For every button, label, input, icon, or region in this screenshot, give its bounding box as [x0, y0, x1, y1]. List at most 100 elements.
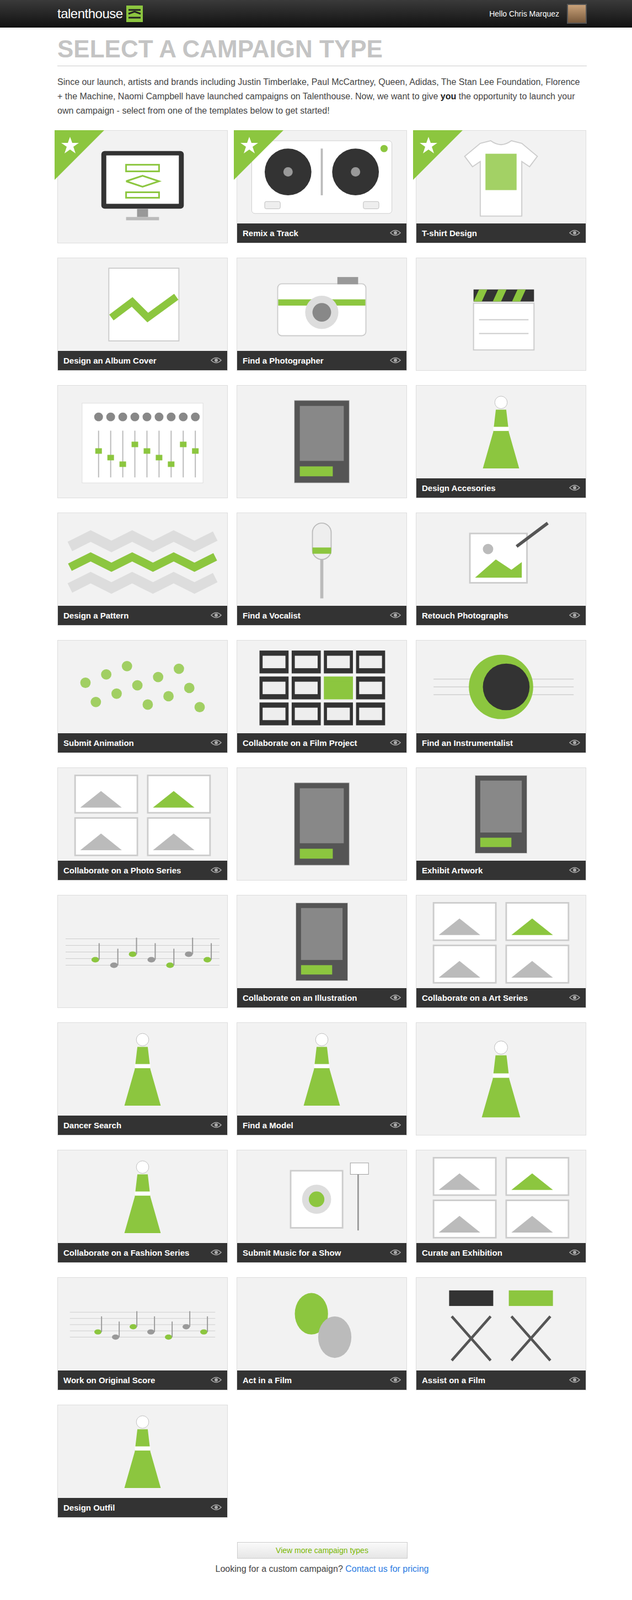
tile-caption: Collaborate on a Photo Series — [63, 865, 181, 875]
user-menu[interactable]: Hello Chris Marquez — [489, 3, 587, 24]
tile-art — [57, 1022, 228, 1116]
campaign-tile[interactable] — [415, 257, 587, 371]
campaign-tile[interactable]: Collaborate on a Art Series — [415, 894, 587, 1008]
eye-icon[interactable] — [569, 1248, 581, 1256]
custom-campaign-text: Looking for a custom campaign? Contact u… — [215, 1563, 430, 1574]
campaign-tile[interactable] — [415, 1021, 587, 1135]
tile-illustration — [60, 897, 226, 1005]
eye-icon[interactable] — [569, 611, 581, 619]
campaign-tile[interactable] — [57, 894, 228, 1008]
tile-caption: Curate an Exhibition — [421, 1247, 503, 1257]
eye-icon[interactable] — [210, 611, 222, 619]
campaign-tile[interactable]: Collaborate on a Photo Series — [57, 767, 228, 881]
logo-icon — [126, 5, 143, 23]
campaign-tile[interactable] — [57, 384, 228, 498]
eye-icon[interactable] — [210, 866, 222, 873]
tile-illustration — [239, 387, 405, 496]
tile-art — [57, 1404, 228, 1498]
tile-caption: Collaborate on a Fashion Series — [63, 1247, 190, 1257]
campaign-tile[interactable]: Collaborate on a Fashion Series — [57, 1149, 228, 1263]
campaign-tile[interactable]: Act in a Film — [236, 1276, 407, 1390]
eye-icon[interactable] — [389, 1248, 401, 1256]
tile-caption: Design a Pattern — [63, 610, 129, 620]
campaign-tile[interactable]: Design a Pattern — [57, 512, 228, 626]
eye-icon[interactable] — [569, 738, 581, 746]
campaign-tile[interactable]: Assist on a Film — [415, 1276, 587, 1390]
eye-icon[interactable] — [389, 1375, 401, 1383]
tile-illustration — [418, 1152, 584, 1241]
campaign-tile[interactable]: T-shirt Design — [415, 130, 587, 244]
campaign-tile[interactable]: Collaborate on a Film Project — [236, 639, 407, 753]
campaign-tile[interactable]: Design Accesories — [415, 384, 587, 498]
tile-illustration — [239, 642, 405, 731]
tile-caption: Find a Model — [242, 1120, 294, 1130]
campaign-tile[interactable]: Find a Vocalist — [236, 512, 407, 626]
campaign-tile[interactable]: Submit Animation — [57, 639, 228, 753]
campaign-tile[interactable] — [236, 767, 407, 881]
campaign-tile[interactable]: Remix a Track — [236, 130, 407, 244]
tile-art — [57, 1277, 228, 1370]
tile-art — [57, 640, 228, 733]
campaign-tile[interactable]: Design an Album Cover — [57, 257, 228, 371]
eye-icon[interactable] — [389, 611, 401, 619]
campaign-tile[interactable]: Curate an Exhibition — [415, 1149, 587, 1263]
campaign-tile[interactable]: Work on Original Score — [57, 1276, 228, 1390]
tile-art — [416, 258, 586, 371]
tile-caption-bar: Collaborate on a Fashion Series — [57, 1242, 228, 1262]
eye-icon[interactable] — [569, 993, 581, 1001]
contact-link[interactable]: Contact us for pricing — [345, 1563, 429, 1573]
eye-icon[interactable] — [210, 1121, 222, 1128]
tile-art — [237, 1022, 407, 1116]
tile-art — [416, 385, 586, 479]
eye-icon[interactable] — [210, 356, 222, 364]
campaign-tile[interactable] — [236, 384, 407, 498]
campaign-tile[interactable]: Dancer Search — [57, 1021, 228, 1135]
tile-caption-bar: Collaborate on a Art Series — [416, 987, 586, 1008]
campaign-tile[interactable]: Design Outfil — [57, 1404, 228, 1518]
eye-icon[interactable] — [210, 1375, 222, 1383]
eye-icon[interactable] — [569, 484, 581, 491]
campaign-tile[interactable]: Exhibit Artwork — [415, 767, 587, 881]
logo[interactable]: talenthouse — [57, 5, 143, 23]
tile-caption-bar: Collaborate on an Illustration — [237, 987, 407, 1008]
campaign-grid: Remix a Track T-shirt Design Design an Alb… — [57, 130, 587, 1518]
campaign-tile[interactable]: Retouch Photographs — [415, 512, 587, 626]
eye-icon[interactable] — [389, 738, 401, 746]
tile-illustration — [418, 260, 584, 368]
tile-art — [416, 1022, 586, 1135]
eye-icon[interactable] — [210, 1248, 222, 1256]
campaign-tile[interactable]: Find a Photographer — [236, 257, 407, 371]
eye-icon[interactable] — [389, 229, 401, 237]
eye-icon[interactable] — [389, 356, 401, 364]
tile-caption: Act in a Film — [242, 1374, 292, 1385]
eye-icon[interactable] — [569, 1375, 581, 1383]
tile-illustration — [239, 897, 405, 986]
eye-icon[interactable] — [569, 229, 581, 237]
tile-caption: T-shirt Design — [421, 228, 478, 238]
tile-art — [416, 1277, 586, 1370]
eye-icon[interactable] — [389, 993, 401, 1001]
tile-illustration — [239, 515, 405, 604]
eye-icon[interactable] — [210, 738, 222, 746]
campaign-tile[interactable]: Submit Music for a Show — [236, 1149, 407, 1263]
tile-caption-bar: T-shirt Design — [416, 223, 586, 243]
tile-illustration — [60, 1024, 226, 1113]
tile-illustration — [239, 260, 405, 349]
campaign-tile[interactable] — [57, 130, 228, 244]
tile-art — [237, 640, 407, 733]
featured-star-icon — [233, 130, 284, 180]
campaign-tile[interactable]: Find a Model — [236, 1021, 407, 1135]
eye-icon[interactable] — [569, 866, 581, 873]
tile-caption: Collaborate on an Illustration — [242, 992, 358, 1003]
view-more-button[interactable]: View more campaign types — [237, 1541, 408, 1558]
intro-text: Since our launch, artists and brands inc… — [57, 75, 587, 119]
avatar[interactable] — [566, 3, 587, 24]
tile-art — [237, 1277, 407, 1370]
tile-caption: Find an Instrumentalist — [421, 737, 513, 748]
tile-caption: Retouch Photographs — [421, 610, 509, 620]
campaign-tile[interactable]: Find an Instrumentalist — [415, 639, 587, 753]
tile-art — [57, 385, 228, 498]
campaign-tile[interactable]: Collaborate on an Illustration — [236, 894, 407, 1008]
eye-icon[interactable] — [210, 1503, 222, 1510]
eye-icon[interactable] — [389, 1121, 401, 1128]
